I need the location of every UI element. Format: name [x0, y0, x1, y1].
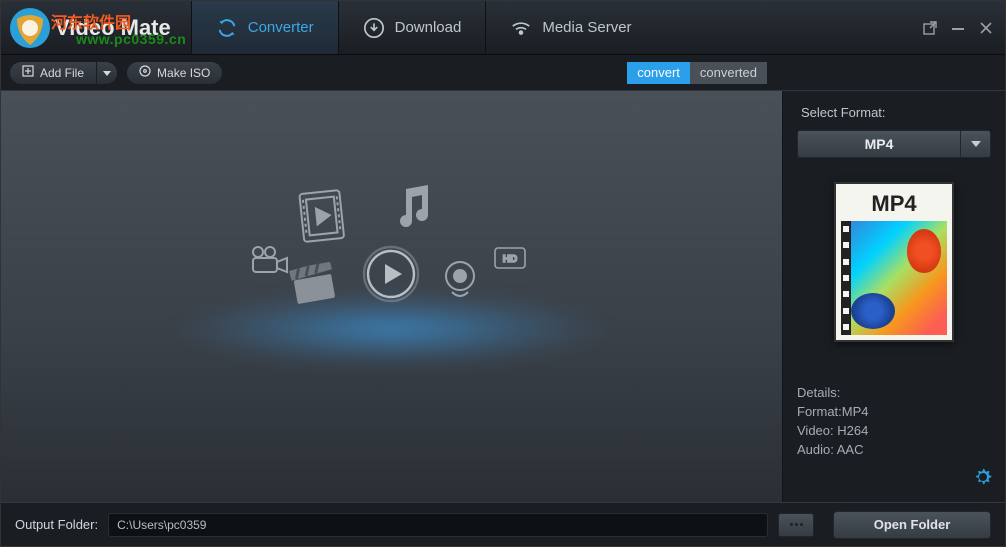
window-controls [921, 19, 1005, 37]
format-dropdown: MP4 [797, 130, 991, 158]
svg-text:HD: HD [502, 254, 516, 265]
play-circle-icon [362, 245, 420, 308]
seg-converted[interactable]: converted [690, 62, 767, 84]
chevron-down-icon [971, 140, 981, 148]
add-file-icon [22, 65, 34, 80]
hd-icon: HD [494, 247, 526, 274]
add-file-dropdown[interactable] [96, 61, 118, 85]
tab-label: Media Server [542, 19, 631, 36]
format-dropdown-button[interactable]: MP4 [797, 130, 961, 158]
close-icon[interactable] [977, 19, 995, 37]
main-tabs: Converter Download Media Server [191, 1, 656, 54]
settings-button[interactable] [973, 467, 993, 492]
open-folder-button[interactable]: Open Folder [833, 511, 991, 539]
refresh-icon [216, 17, 238, 39]
details-video: Video: H264 [797, 422, 991, 441]
gear-icon [973, 467, 993, 487]
details-format: Format:MP4 [797, 403, 991, 422]
clapperboard-icon [288, 262, 339, 312]
tab-label: Download [395, 19, 462, 36]
convert-toggle: convert converted [627, 62, 767, 84]
tab-download[interactable]: Download [338, 1, 486, 54]
format-card-label: MP4 [841, 189, 947, 221]
details-audio: Audio: AAC [797, 441, 991, 460]
disc-icon [139, 65, 151, 80]
make-iso-label: Make ISO [157, 66, 210, 80]
format-preview-card: MP4 [834, 182, 954, 342]
music-note-icon [392, 183, 434, 236]
film-icon [297, 188, 347, 249]
tab-label: Converter [248, 19, 314, 36]
tab-converter[interactable]: Converter [191, 1, 338, 54]
add-file-group: Add File [9, 61, 118, 85]
popout-icon[interactable] [921, 19, 939, 37]
minimize-icon[interactable] [949, 19, 967, 37]
browse-button[interactable] [778, 513, 814, 537]
format-dropdown-arrow[interactable] [961, 130, 991, 158]
main-area: HD Select Format: MP4 MP4 Details: Forma… [1, 91, 1005, 502]
make-iso-button[interactable]: Make ISO [126, 61, 223, 85]
output-folder-input[interactable] [108, 513, 768, 537]
app-logo: Video Mate [1, 5, 183, 51]
logo-icon [7, 5, 53, 51]
empty-canvas: HD [1, 91, 783, 502]
add-file-button[interactable]: Add File [9, 61, 96, 85]
sidebar: Select Format: MP4 MP4 Details: Format:M… [783, 91, 1005, 502]
output-folder-label: Output Folder: [15, 517, 98, 532]
toolbar: Add File Make ISO convert converted [1, 55, 1005, 91]
download-icon [363, 17, 385, 39]
camcorder-icon [250, 245, 290, 280]
seg-convert[interactable]: convert [627, 62, 690, 84]
webcam-icon [442, 260, 478, 307]
titlebar: Video Mate 河东软件园 www.pc0359.cn Converter… [1, 1, 1005, 55]
select-format-label: Select Format: [801, 105, 991, 120]
tab-media-server[interactable]: Media Server [485, 1, 655, 54]
format-details: Details: Format:MP4 Video: H264 Audio: A… [797, 384, 991, 459]
wifi-icon [510, 17, 532, 39]
format-card-image [841, 221, 947, 335]
bottombar: Output Folder: Open Folder [1, 502, 1005, 546]
placeholder-icons: HD [182, 165, 602, 345]
details-title: Details: [797, 384, 991, 403]
app-title: Video Mate [55, 15, 171, 41]
chevron-down-icon [103, 69, 111, 77]
add-file-label: Add File [40, 66, 84, 80]
